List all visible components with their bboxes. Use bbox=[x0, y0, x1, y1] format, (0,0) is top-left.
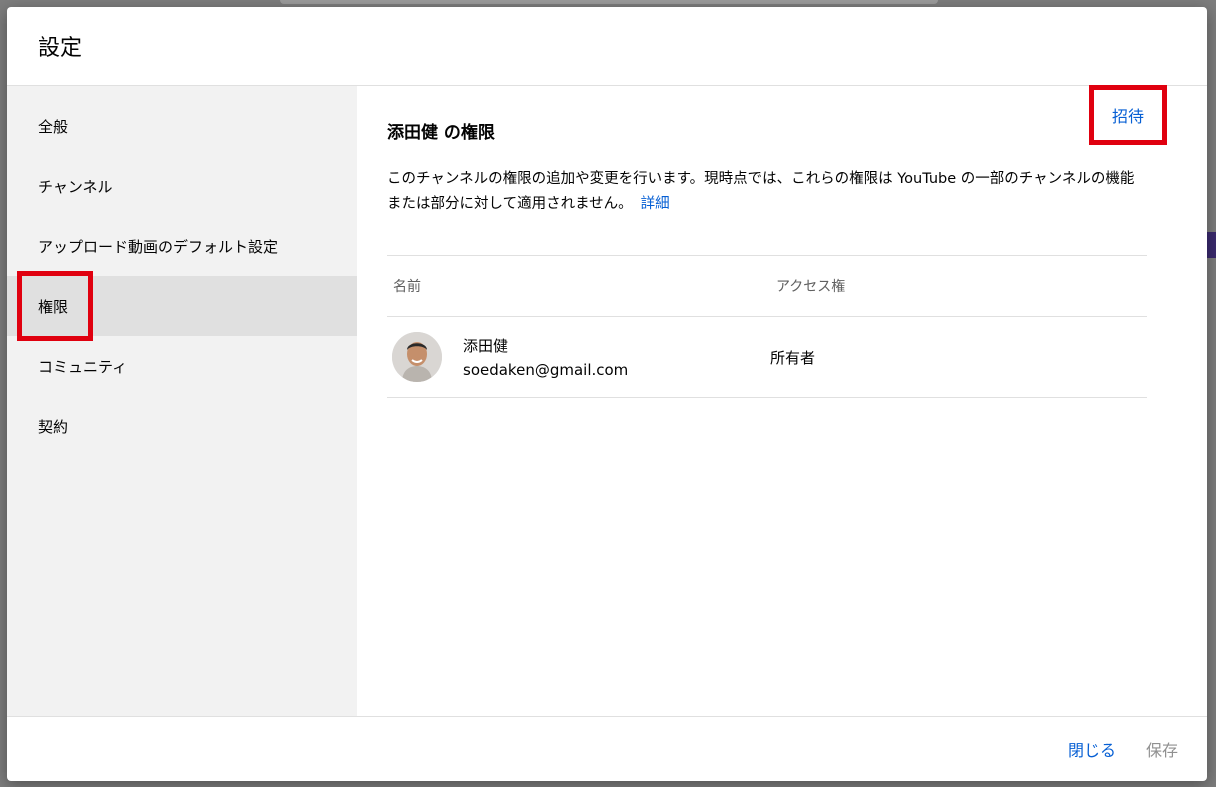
save-button[interactable]: 保存 bbox=[1146, 737, 1178, 761]
table-row: 添田健 soedaken@gmail.com 所有者 bbox=[387, 316, 1147, 398]
column-header-name: 名前 bbox=[387, 255, 770, 317]
member-text: 添田健 soedaken@gmail.com bbox=[463, 335, 628, 379]
background-thumbnail bbox=[1207, 232, 1216, 258]
column-header-access: アクセス権 bbox=[770, 255, 1147, 317]
dialog-header: 設定 bbox=[7, 7, 1207, 86]
dialog-body: 全般 チャンネル アップロード動画のデフォルト設定 権限 コミュニティ 契約 添… bbox=[7, 85, 1207, 716]
dialog-title: 設定 bbox=[38, 36, 83, 61]
member-name: 添田健 bbox=[463, 337, 509, 355]
sidebar-item-label: チャンネル bbox=[38, 177, 113, 196]
sidebar-item-permissions[interactable]: 権限 bbox=[7, 271, 357, 341]
permissions-panel: 添田健 の権限 招待 このチャンネルの権限の追加や変更を行います。現時点では、こ… bbox=[357, 85, 1207, 716]
member-name-cell: 添田健 soedaken@gmail.com bbox=[387, 316, 770, 398]
invite-button[interactable]: 招待 bbox=[1089, 85, 1167, 145]
avatar bbox=[392, 332, 442, 382]
permissions-title: 添田健 の権限 bbox=[387, 123, 495, 143]
sidebar-item-general[interactable]: 全般 bbox=[7, 96, 357, 156]
table-header-row: 名前 アクセス権 bbox=[387, 255, 1147, 317]
dialog-footer: 閉じる 保存 bbox=[7, 716, 1207, 781]
sidebar-item-label: アップロード動画のデフォルト設定 bbox=[38, 237, 279, 256]
invite-button-label: 招待 bbox=[1111, 107, 1144, 126]
close-button[interactable]: 閉じる bbox=[1068, 737, 1116, 761]
description-text: このチャンネルの権限の追加や変更を行います。現時点では、これらの権限は YouT… bbox=[387, 171, 1135, 212]
sidebar-item-community[interactable]: コミュニティ bbox=[7, 336, 357, 396]
sidebar-item-agreements[interactable]: 契約 bbox=[7, 396, 357, 456]
learn-more-link[interactable]: 詳細 bbox=[641, 196, 670, 212]
settings-dialog: 設定 全般 チャンネル アップロード動画のデフォルト設定 権限 コミュニティ 契… bbox=[7, 7, 1207, 781]
sidebar-item-label: 契約 bbox=[38, 417, 69, 436]
member-email: soedaken@gmail.com bbox=[463, 361, 629, 379]
sidebar-item-upload-defaults[interactable]: アップロード動画のデフォルト設定 bbox=[7, 216, 357, 276]
permissions-description: このチャンネルの権限の追加や変更を行います。現時点では、これらの権限は YouT… bbox=[387, 167, 1147, 217]
sidebar-item-label: 全般 bbox=[38, 117, 69, 136]
sidebar-item-label: コミュニティ bbox=[38, 357, 128, 376]
sidebar-item-label: 権限 bbox=[38, 297, 69, 316]
member-info: 添田健 soedaken@gmail.com bbox=[387, 332, 770, 382]
member-access: 所有者 bbox=[770, 316, 1147, 398]
members-table: 名前 アクセス権 添田健 soedaken@gmail.com 所有者 bbox=[387, 255, 1147, 398]
settings-sidebar: 全般 チャンネル アップロード動画のデフォルト設定 権限 コミュニティ 契約 bbox=[7, 86, 357, 716]
sidebar-item-channel[interactable]: チャンネル bbox=[7, 156, 357, 216]
background-search-bar bbox=[280, 0, 938, 4]
